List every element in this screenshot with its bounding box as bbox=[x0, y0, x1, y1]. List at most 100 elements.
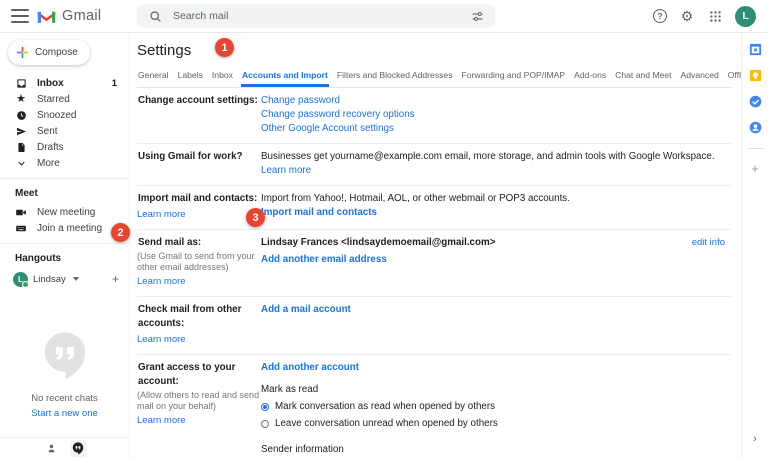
sidebar-item-drafts[interactable]: Drafts bbox=[0, 139, 129, 155]
draft-icon bbox=[15, 141, 27, 153]
radio-selected-icon[interactable] bbox=[261, 403, 269, 411]
top-bar-actions: L bbox=[653, 6, 768, 27]
tab-forwarding-and-pop-imap[interactable]: Forwarding and POP/IMAP bbox=[461, 66, 567, 87]
add-a-mail-account-link[interactable]: Add a mail account bbox=[261, 303, 731, 317]
change-password-recovery-link[interactable]: Change password recovery options bbox=[261, 109, 415, 120]
edit-info-link[interactable]: edit info bbox=[692, 236, 731, 289]
row-label: Check mail from other accounts: bbox=[137, 303, 261, 331]
sidebar-item-join-meeting[interactable]: Join a meeting bbox=[0, 220, 129, 236]
hangouts-section-heading: Hangouts bbox=[0, 250, 129, 269]
sidebar: Compose Inbox 1 ★ Starred Snoozed bbox=[0, 33, 130, 459]
tab-general[interactable]: General bbox=[137, 66, 170, 87]
sidebar-item-new-meeting[interactable]: New meeting bbox=[0, 204, 129, 220]
hangouts-user-row[interactable]: L Lindsay + bbox=[0, 269, 129, 289]
send-as-learn-more-link[interactable]: Learn more bbox=[137, 275, 261, 289]
row-using-gmail-for-work: Using Gmail for work? Businesses get you… bbox=[137, 144, 731, 186]
compose-button[interactable]: Compose bbox=[8, 40, 90, 65]
search-icon[interactable] bbox=[147, 8, 163, 24]
sidebar-item-sent[interactable]: Sent bbox=[0, 123, 129, 139]
row-check-mail-other-accounts: Check mail from other accounts: Learn mo… bbox=[137, 297, 731, 355]
tab-inbox[interactable]: Inbox bbox=[211, 66, 234, 87]
top-bar: Gmail L bbox=[0, 0, 768, 33]
sidebar-item-more[interactable]: More bbox=[0, 155, 129, 171]
sidebar-item-label: Drafts bbox=[37, 142, 64, 153]
row-sublabel: (Use Gmail to send from your other email… bbox=[137, 251, 261, 273]
radio-option-mark-read[interactable]: Mark conversation as read when opened by… bbox=[261, 400, 731, 414]
get-add-ons-plus-icon[interactable]: + bbox=[751, 162, 759, 175]
check-mail-learn-more-link[interactable]: Learn more bbox=[137, 333, 261, 347]
sidebar-item-snoozed[interactable]: Snoozed bbox=[0, 107, 129, 123]
settings-tabs: General Labels Inbox Accounts and Import… bbox=[137, 66, 731, 88]
clock-icon bbox=[15, 109, 27, 121]
sidebar-item-label: Sent bbox=[37, 126, 58, 137]
tab-accounts-and-import[interactable]: Accounts and Import bbox=[241, 66, 329, 87]
search-options-tune-icon[interactable] bbox=[469, 8, 485, 24]
step-badge-1: 1 bbox=[215, 38, 234, 57]
search-bar[interactable] bbox=[137, 4, 495, 28]
video-camera-icon bbox=[15, 206, 27, 218]
sidebar-item-label: Inbox bbox=[37, 78, 64, 89]
change-password-link[interactable]: Change password bbox=[261, 95, 340, 106]
star-icon: ★ bbox=[15, 93, 27, 105]
step-badge-3: 3 bbox=[246, 208, 265, 227]
step-badge-2: 2 bbox=[111, 223, 130, 242]
row-label: Using Gmail for work? bbox=[137, 150, 261, 178]
gmail-m-icon bbox=[37, 9, 56, 24]
radio-label: Mark conversation as read when opened by… bbox=[275, 400, 495, 414]
radio-option-leave-unread[interactable]: Leave conversation unread when opened by… bbox=[261, 417, 731, 431]
other-google-account-settings-link[interactable]: Other Google Account settings bbox=[261, 123, 394, 134]
work-learn-more-link[interactable]: Learn more bbox=[261, 165, 311, 176]
gear-icon[interactable] bbox=[679, 8, 695, 24]
inbox-unread-count: 1 bbox=[112, 78, 117, 89]
apps-grid-icon[interactable] bbox=[707, 8, 723, 24]
no-recent-chats-text: No recent chats bbox=[31, 393, 98, 404]
tab-add-ons[interactable]: Add-ons bbox=[573, 66, 607, 87]
row-change-account-settings: Change account settings: Change password… bbox=[137, 88, 731, 144]
hangouts-bubble-icon bbox=[42, 331, 88, 381]
tab-labels[interactable]: Labels bbox=[177, 66, 204, 87]
sidebar-item-starred[interactable]: ★ Starred bbox=[0, 91, 129, 107]
tab-offline[interactable]: Offline bbox=[727, 66, 741, 87]
sidebar-item-label: New meeting bbox=[37, 207, 95, 218]
help-icon[interactable] bbox=[653, 9, 667, 23]
sidebar-item-inbox[interactable]: Inbox 1 bbox=[0, 75, 129, 91]
keyboard-icon bbox=[15, 222, 27, 234]
hangouts-empty-state: No recent chats Start a new one bbox=[0, 331, 129, 419]
tab-filters-and-blocked-addresses[interactable]: Filters and Blocked Addresses bbox=[336, 66, 454, 87]
import-learn-more-link[interactable]: Learn more bbox=[137, 208, 261, 222]
mark-as-read-heading: Mark as read bbox=[261, 383, 731, 397]
gmail-logo[interactable]: Gmail bbox=[37, 8, 129, 24]
sidebar-item-label: Snoozed bbox=[37, 110, 76, 121]
send-as-account: Lindsay Frances <lindsaydemoemail@gmail.… bbox=[261, 236, 692, 250]
profile-avatar[interactable]: L bbox=[735, 6, 756, 27]
contacts-icon[interactable] bbox=[748, 120, 763, 135]
calendar-icon[interactable] bbox=[748, 42, 763, 57]
collapse-panel-chevron-icon[interactable]: › bbox=[753, 433, 757, 445]
row-label: Change account settings: bbox=[137, 94, 261, 136]
grant-learn-more-link[interactable]: Learn more bbox=[137, 414, 261, 428]
keep-icon[interactable] bbox=[748, 68, 763, 83]
sidebar-bottom-tabs bbox=[0, 437, 129, 459]
tasks-icon[interactable] bbox=[748, 94, 763, 109]
add-another-email-link[interactable]: Add another email address bbox=[261, 253, 692, 267]
tab-advanced[interactable]: Advanced bbox=[680, 66, 720, 87]
sidebar-item-label: Starred bbox=[37, 94, 70, 105]
import-mail-and-contacts-link[interactable]: Import mail and contacts bbox=[261, 206, 731, 220]
contacts-person-icon[interactable] bbox=[43, 440, 60, 457]
row-label: Send mail as: bbox=[137, 236, 261, 250]
search-input[interactable] bbox=[171, 9, 461, 23]
sidebar-item-label: More bbox=[37, 158, 60, 169]
tab-chat-and-meet[interactable]: Chat and Meet bbox=[614, 66, 672, 87]
row-send-mail-as: Send mail as: (Use Gmail to send from yo… bbox=[137, 230, 731, 297]
add-another-account-link[interactable]: Add another account bbox=[261, 361, 731, 375]
row-label: Grant access to your account: bbox=[137, 361, 261, 389]
presence-dot bbox=[22, 281, 29, 288]
start-new-chat-link[interactable]: Start a new one bbox=[31, 408, 98, 419]
radio-unselected-icon[interactable] bbox=[261, 420, 269, 428]
hangouts-tab-icon[interactable] bbox=[70, 440, 87, 457]
add-hangout-plus-icon[interactable]: + bbox=[112, 272, 119, 286]
radio-label: Leave conversation unread when opened by… bbox=[275, 417, 498, 431]
hamburger-menu-icon[interactable] bbox=[11, 9, 29, 23]
chevron-down-icon bbox=[15, 157, 27, 169]
multicolor-plus-icon bbox=[16, 46, 29, 59]
